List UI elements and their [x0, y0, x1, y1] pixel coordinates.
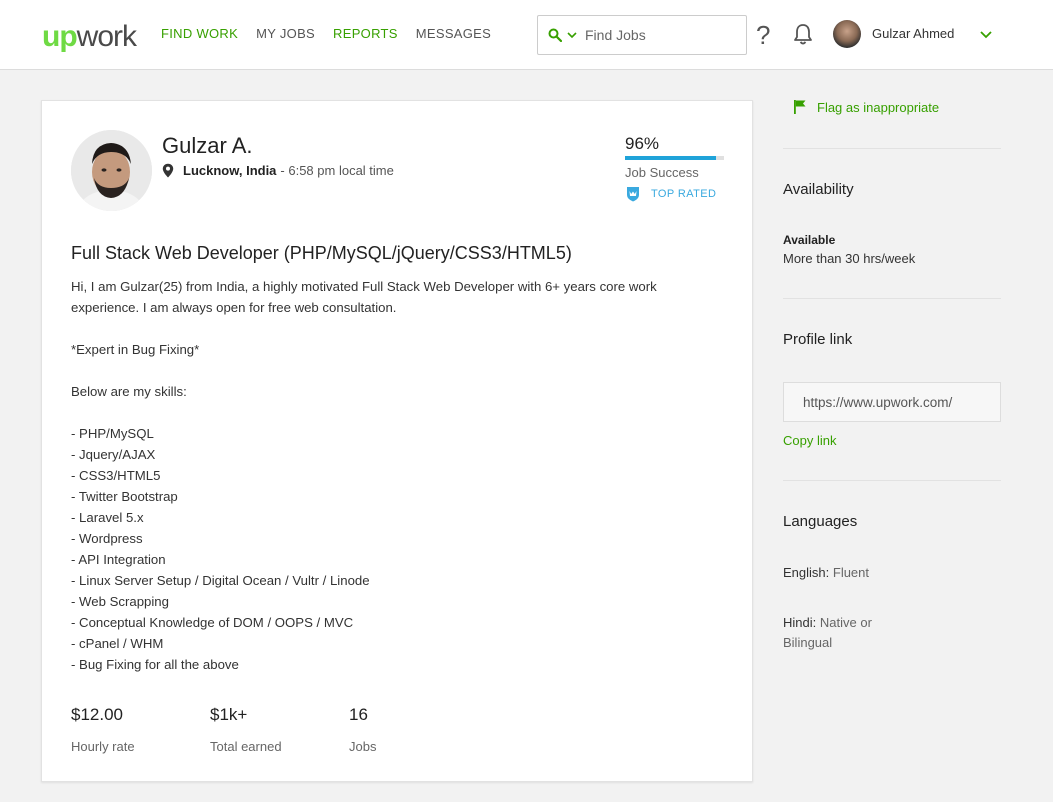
languages-heading: Languages	[783, 513, 858, 530]
language-english: English: Fluent	[783, 563, 923, 583]
stat-value: 16	[349, 705, 368, 724]
availability-status: Available	[783, 233, 836, 247]
description-line	[71, 360, 711, 381]
description-line: - CSS3/HTML5	[71, 468, 161, 483]
job-success: 96% Job Success TOP RATED	[625, 134, 725, 202]
nav-messages[interactable]: MESSAGES	[416, 26, 491, 41]
language-hindi: Hindi: Native or Bilingual	[783, 613, 923, 653]
description-line: - API Integration	[71, 552, 166, 567]
logo-up: up	[42, 20, 78, 53]
profile-location: Lucknow, India - 6:58 pm local time	[162, 163, 394, 178]
chevron-down-icon[interactable]	[567, 30, 577, 40]
description-line: - PHP/MySQL	[71, 426, 154, 441]
description-line: Hi, I am Gulzar(25) from India, a highly…	[71, 279, 657, 315]
description-line	[71, 402, 711, 423]
job-success-label: Job Success	[625, 165, 699, 180]
flag-label: Flag as inappropriate	[817, 99, 940, 115]
flag-icon	[794, 100, 806, 114]
profile-link-field[interactable]: https://www.upwork.com/	[783, 382, 1001, 422]
profile-link-heading: Profile link	[783, 331, 853, 348]
nav-my-jobs[interactable]: MY JOBS	[256, 26, 315, 41]
logo-work: work	[76, 20, 137, 53]
chevron-down-icon[interactable]	[980, 30, 992, 40]
top-rated-label: TOP RATED	[651, 188, 717, 200]
description-line: - cPanel / WHM	[71, 636, 164, 651]
description-line: - Twitter Bootstrap	[71, 489, 178, 504]
profile-photo	[71, 130, 152, 211]
profile-avatar	[71, 130, 152, 211]
availability-hours: More than 30 hrs/week	[783, 251, 916, 266]
divider	[783, 298, 1001, 299]
nav-reports[interactable]: REPORTS	[333, 26, 398, 41]
main-nav: FIND WORK MY JOBS REPORTS MESSAGES	[161, 26, 509, 41]
description-line: - Wordpress	[71, 531, 143, 546]
description-line: - Web Scrapping	[71, 594, 169, 609]
stat-jobs: 16 Jobs	[349, 705, 488, 754]
bell-icon[interactable]	[792, 22, 814, 46]
description-line	[71, 318, 711, 339]
job-success-bar-fill	[625, 156, 717, 160]
language-level: Fluent	[832, 565, 870, 580]
stat-value: $12.00	[71, 705, 123, 724]
description-line: - Bug Fixing for all the above	[71, 657, 239, 672]
location-pin-icon	[162, 163, 174, 178]
divider	[783, 480, 1001, 481]
description-line: Below are my skills:	[71, 384, 187, 399]
user-avatar[interactable]	[833, 20, 861, 48]
upwork-logo[interactable]: up work	[42, 14, 137, 54]
profile-city: Lucknow, India	[183, 163, 277, 178]
stat-hourly-rate: $12.00 Hourly rate	[71, 705, 210, 754]
top-header: up work FIND WORK MY JOBS REPORTS MESSAGE…	[0, 0, 1053, 70]
profile-name: Gulzar A.	[162, 133, 253, 158]
job-success-bar	[625, 156, 724, 160]
stat-total-earned: $1k+ Total earned	[210, 705, 349, 754]
top-rated-badge: TOP RATED	[625, 186, 725, 202]
search-box	[537, 15, 747, 55]
help-icon[interactable]: ?	[756, 20, 770, 51]
stat-value: $1k+	[210, 705, 248, 724]
top-rated-icon	[627, 187, 639, 202]
copy-link-button[interactable]: Copy link	[783, 433, 836, 448]
search-input[interactable]	[585, 27, 735, 43]
flag-inappropriate-link[interactable]: Flag as inappropriate	[793, 99, 939, 115]
profile-title: Full Stack Web Developer (PHP/MySQL/jQue…	[71, 243, 572, 263]
language-name: Hindi:	[783, 615, 817, 630]
user-name[interactable]: Gulzar Ahmed	[872, 26, 954, 41]
job-success-percent: 96%	[625, 134, 660, 153]
stat-label: Hourly rate	[71, 739, 135, 754]
nav-find-work[interactable]: FIND WORK	[161, 26, 238, 41]
stat-label: Total earned	[210, 739, 282, 754]
language-name: English:	[783, 565, 830, 580]
stat-label: Jobs	[349, 739, 377, 754]
availability-heading: Availability	[783, 181, 854, 198]
description-line: *Expert in Bug Fixing*	[71, 342, 200, 357]
profile-stats: $12.00 Hourly rate $1k+ Total earned 16 …	[71, 705, 488, 754]
description-line: - Conceptual Knowledge of DOM / OOPS / M…	[71, 615, 354, 630]
profile-local-time: - 6:58 pm local time	[280, 163, 394, 178]
search-icon[interactable]	[548, 28, 562, 42]
profile-card: Gulzar A. Lucknow, India - 6:58 pm local…	[41, 100, 753, 782]
description-line: - Jquery/AJAX	[71, 447, 156, 462]
description-line: - Linux Server Setup / Digital Ocean / V…	[71, 573, 370, 588]
divider	[783, 148, 1001, 149]
description-line: - Laravel 5.x	[71, 510, 144, 525]
profile-description: Hi, I am Gulzar(25) from India, a highly…	[71, 276, 711, 675]
